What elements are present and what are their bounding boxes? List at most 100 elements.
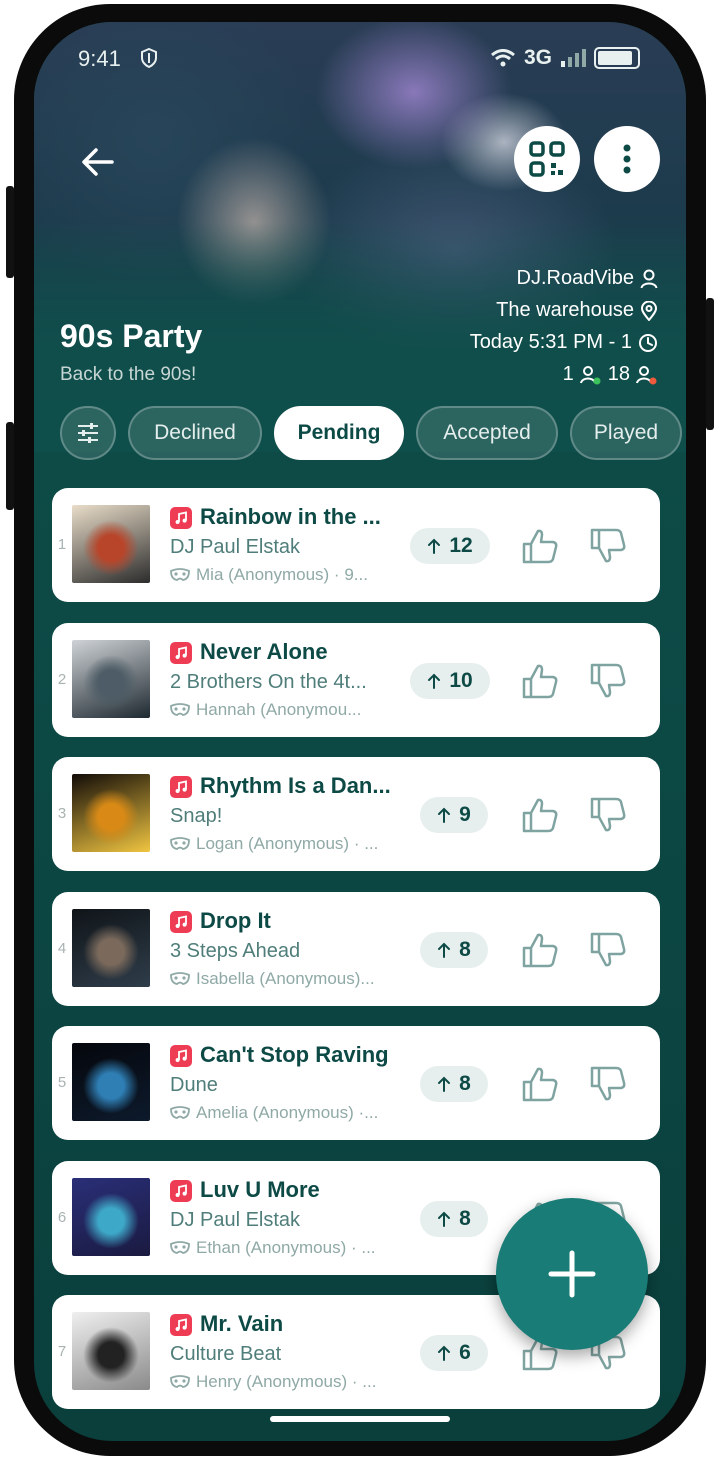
filter-button[interactable] xyxy=(60,406,116,460)
qr-code-button[interactable] xyxy=(514,126,580,192)
vote-count-badge: 9 xyxy=(420,797,488,833)
users-online-icon xyxy=(579,365,601,384)
arrow-up-icon xyxy=(438,807,451,823)
song-artist: Dune xyxy=(170,1074,218,1096)
requester-name: Logan (Anonymous) · ... xyxy=(196,834,379,853)
request-rank: 4 xyxy=(57,940,67,957)
event-subtitle: Back to the 90s! xyxy=(60,364,197,385)
thumbs-down-icon[interactable] xyxy=(588,661,628,701)
event-schedule: Today 5:31 PM - 1 xyxy=(469,331,632,353)
request-card[interactable]: 5 Can't Stop Raving Dune Amelia (Anonymous)… xyxy=(52,1026,660,1140)
request-card[interactable]: 3 Rhythm Is a Dan... Snap! Logan (Anonymous… xyxy=(52,757,660,871)
mask-icon xyxy=(170,1241,190,1254)
volume-up-button xyxy=(6,186,14,278)
album-cover xyxy=(72,1178,150,1256)
status-time: 9:41 xyxy=(78,46,121,71)
apple-music-icon xyxy=(170,1045,192,1067)
location-pin-icon xyxy=(640,300,658,321)
album-cover xyxy=(72,640,150,718)
vote-count-badge: 10 xyxy=(410,663,490,699)
tab-accepted[interactable]: Accepted xyxy=(416,406,558,460)
app-screen: 9:41 3G 90s Party Back to the 90s! DJ.Ro… xyxy=(34,22,686,1441)
network-label: 3G xyxy=(523,46,552,69)
plus-icon xyxy=(548,1250,596,1298)
album-cover xyxy=(72,909,150,987)
song-title: Mr. Vain xyxy=(200,1311,284,1336)
power-button xyxy=(706,298,714,430)
request-card[interactable]: 4 Drop It 3 Steps Ahead Isabella (Anonymous… xyxy=(52,892,660,1006)
requester-row: Amelia (Anonymous) ·... xyxy=(170,1103,398,1123)
more-vertical-icon xyxy=(623,144,631,174)
vote-count: 8 xyxy=(459,938,471,961)
signal-icon xyxy=(561,49,586,67)
venue-row: The warehouse xyxy=(496,299,658,322)
song-title: Luv U More xyxy=(200,1177,320,1202)
thumbs-down-icon[interactable] xyxy=(588,526,628,566)
more-options-button[interactable] xyxy=(594,126,660,192)
venue-name: The warehouse xyxy=(496,299,634,321)
apple-music-icon xyxy=(170,1314,192,1336)
album-cover xyxy=(72,1043,150,1121)
vote-count-badge: 6 xyxy=(420,1335,488,1371)
song-artist: 3 Steps Ahead xyxy=(170,940,301,962)
mask-icon xyxy=(170,1375,190,1388)
apple-music-icon xyxy=(170,507,192,529)
back-arrow-icon[interactable] xyxy=(78,142,118,182)
requester-name: Henry (Anonymous) · ... xyxy=(196,1372,377,1391)
arrow-up-icon xyxy=(428,673,441,689)
mask-icon xyxy=(170,837,190,850)
apple-music-icon xyxy=(170,642,192,664)
vote-count: 8 xyxy=(459,1072,471,1095)
thumbs-up-icon[interactable] xyxy=(520,930,560,970)
vote-count-badge: 8 xyxy=(420,932,488,968)
thumbs-up-icon[interactable] xyxy=(520,795,560,835)
request-card[interactable]: 2 Never Alone 2 Brothers On the 4t... Hanna… xyxy=(52,623,660,737)
request-rank: 1 xyxy=(57,536,67,553)
song-artist: Snap! xyxy=(170,805,223,827)
song-title: Drop It xyxy=(200,908,271,933)
thumbs-down-icon[interactable] xyxy=(588,930,628,970)
vote-count: 12 xyxy=(449,534,473,557)
request-rank: 3 xyxy=(57,805,67,822)
request-rank: 6 xyxy=(57,1209,67,1226)
apple-music-icon xyxy=(170,1180,192,1202)
online-count: 1 xyxy=(562,363,574,385)
requester-row: Mia (Anonymous) · 9... xyxy=(170,565,398,585)
event-title: 90s Party xyxy=(60,318,203,354)
request-card[interactable]: 1 Rainbow in the ... DJ Paul Elstak Mia (An… xyxy=(52,488,660,602)
request-rank: 2 xyxy=(57,671,67,688)
qr-code-icon xyxy=(529,141,565,177)
request-rank: 7 xyxy=(57,1343,67,1360)
arrow-up-icon xyxy=(438,942,451,958)
home-indicator xyxy=(270,1416,450,1422)
tab-pending[interactable]: Pending xyxy=(274,406,404,460)
song-artist: Culture Beat xyxy=(170,1343,282,1365)
tab-declined[interactable]: Declined xyxy=(128,406,262,460)
arrow-up-icon xyxy=(438,1076,451,1092)
status-tabs: Declined Pending Accepted Played xyxy=(60,406,682,462)
dj-row: DJ.RoadVibe xyxy=(517,267,658,290)
status-right: 3G xyxy=(490,46,640,70)
battery-icon xyxy=(594,47,640,69)
mask-icon xyxy=(170,972,190,985)
thumbs-up-icon[interactable] xyxy=(520,1064,560,1104)
thumbs-down-icon[interactable] xyxy=(588,1064,628,1104)
request-rank: 5 xyxy=(57,1074,67,1091)
thumbs-down-icon[interactable] xyxy=(588,795,628,835)
tab-played[interactable]: Played xyxy=(570,406,682,460)
arrow-up-icon xyxy=(438,1345,451,1361)
add-request-button[interactable] xyxy=(496,1198,648,1350)
requester-row: Logan (Anonymous) · ... xyxy=(170,834,398,854)
thumbs-up-icon[interactable] xyxy=(520,661,560,701)
vote-count: 6 xyxy=(459,1341,471,1364)
album-cover xyxy=(72,774,150,852)
wifi-icon xyxy=(491,49,515,67)
arrow-up-icon xyxy=(428,538,441,554)
thumbs-up-icon[interactable] xyxy=(520,526,560,566)
song-artist: DJ Paul Elstak xyxy=(170,1209,301,1231)
users-offline-icon xyxy=(636,365,657,384)
requester-row: Henry (Anonymous) · ... xyxy=(170,1372,398,1392)
vote-count: 9 xyxy=(459,803,471,826)
mask-icon xyxy=(170,568,190,581)
user-icon xyxy=(640,269,658,288)
